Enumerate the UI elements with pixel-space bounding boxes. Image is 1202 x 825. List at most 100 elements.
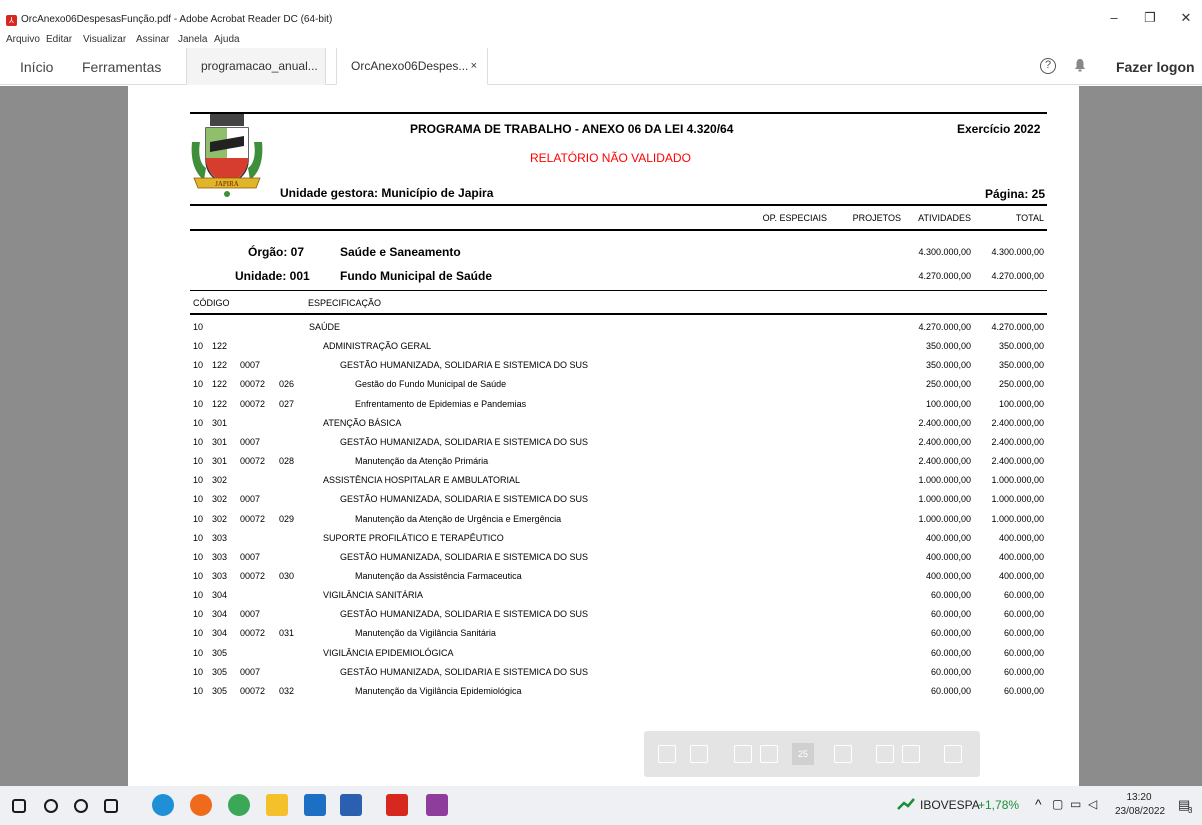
col-header-proj: PROJETOS <box>852 213 901 223</box>
firefox-icon[interactable] <box>190 794 212 816</box>
code-funcao: 10 <box>193 475 204 485</box>
row-total: 60.000,00 <box>1003 628 1044 638</box>
code-programa: 00072 <box>240 628 266 638</box>
code-subfuncao: 304 <box>212 590 228 600</box>
code-subfuncao: 304 <box>212 628 228 638</box>
restore-button[interactable]: ❐ <box>1140 10 1160 26</box>
minimize-button[interactable]: – <box>1104 10 1124 25</box>
row-specification: GESTÃO HUMANIZADA, SOLIDARIA E SISTEMICA… <box>340 667 589 677</box>
code-funcao: 10 <box>193 437 204 447</box>
acrobat-icon[interactable] <box>386 794 408 816</box>
code-subfuncao: 122 <box>212 360 228 370</box>
code-subfuncao: 305 <box>212 686 228 696</box>
code-programa: 00072 <box>240 456 266 466</box>
close-tab-icon[interactable]: × <box>471 48 477 85</box>
code-programa: 0007 <box>240 609 261 619</box>
volume-mute-icon[interactable]: ◁ <box>1088 797 1097 811</box>
search-icon[interactable] <box>44 799 58 813</box>
code-programa: 00072 <box>240 686 266 696</box>
code-subfuncao: 302 <box>212 475 228 485</box>
row-specification: Gestão do Fundo Municipal de Saúde <box>355 379 507 389</box>
code-funcao: 10 <box>193 628 204 638</box>
bell-icon[interactable] <box>1074 58 1086 72</box>
clock-date[interactable]: 23/08/2022 <box>1115 806 1165 817</box>
menu-assinar[interactable]: Assinar <box>136 34 169 45</box>
store-icon[interactable] <box>304 794 326 816</box>
menu-visualizar[interactable]: Visualizar <box>83 34 126 45</box>
meet-now-icon[interactable]: ▢ <box>1052 797 1063 811</box>
floating-page-toolbar: 25 <box>644 731 980 777</box>
tab-home[interactable]: Início <box>20 59 53 75</box>
page-number-field[interactable]: 25 <box>792 743 814 765</box>
orgao-ativ: 4.300.000,00 <box>918 247 971 257</box>
code-subfuncao: 305 <box>212 648 228 658</box>
tab-document-orcanexo[interactable]: OrcAnexo06Despes... × <box>336 48 488 85</box>
code-subfuncao: 303 <box>212 552 228 562</box>
unidade-name: Fundo Municipal de Saúde <box>340 269 493 283</box>
stock-name[interactable]: IBOVESPA <box>920 798 980 812</box>
tab-label: programacao_anual... <box>201 59 318 73</box>
edge-icon[interactable] <box>152 794 174 816</box>
close-button[interactable]: ✕ <box>1176 10 1196 26</box>
code-programa: 0007 <box>240 437 261 447</box>
code-funcao: 10 <box>193 514 204 524</box>
row-specification: Manutenção da Atenção de Urgência e Emer… <box>355 514 562 524</box>
print-icon[interactable] <box>690 745 708 763</box>
tab-tools[interactable]: Ferramentas <box>82 59 161 75</box>
code-programa: 00072 <box>240 379 266 389</box>
network-icon[interactable]: ▭ <box>1070 797 1081 811</box>
row-atividades: 60.000,00 <box>930 686 971 696</box>
chrome-icon[interactable] <box>228 794 250 816</box>
read-mode-icon[interactable] <box>944 745 962 763</box>
municipal-coat-of-arms: JAPIRA <box>191 112 263 197</box>
table-top-rule <box>190 290 1047 291</box>
code-funcao: 10 <box>193 379 204 389</box>
row-total: 250.000,00 <box>998 379 1044 389</box>
file-explorer-icon[interactable] <box>266 794 288 816</box>
clock-time[interactable]: 13:20 <box>1120 792 1158 803</box>
winrar-icon[interactable] <box>426 794 448 816</box>
previous-page-icon[interactable] <box>734 745 752 763</box>
login-button[interactable]: Fazer logon <box>1116 59 1195 75</box>
cortana-icon[interactable] <box>74 799 88 813</box>
code-subfuncao: 301 <box>212 418 228 428</box>
row-atividades: 2.400.000,00 <box>918 456 971 466</box>
next-page-icon[interactable] <box>760 745 778 763</box>
code-programa: 00072 <box>240 571 266 581</box>
zoom-in-icon[interactable] <box>902 745 920 763</box>
window-title: OrcAnexo06DespesasFunção.pdf - Adobe Acr… <box>21 14 333 25</box>
row-specification: GESTÃO HUMANIZADA, SOLIDARIA E SISTEMICA… <box>340 494 589 504</box>
orgao-name: Saúde e Saneamento <box>340 245 461 259</box>
code-acao: 032 <box>279 686 295 696</box>
pdf-page <box>128 86 1079 786</box>
code-subfuncao: 122 <box>212 379 228 389</box>
row-specification: GESTÃO HUMANIZADA, SOLIDARIA E SISTEMICA… <box>340 609 589 619</box>
tray-chevron-icon[interactable]: ^ <box>1035 796 1042 812</box>
tab-document-programacao[interactable]: programacao_anual... <box>186 48 326 85</box>
row-total: 2.400.000,00 <box>991 418 1044 428</box>
code-acao: 027 <box>279 399 295 409</box>
help-icon[interactable]: ? <box>1040 58 1056 74</box>
menu-editar[interactable]: Editar <box>46 34 72 45</box>
fit-page-icon[interactable] <box>876 745 894 763</box>
menu-ajuda[interactable]: Ajuda <box>214 34 240 45</box>
stock-chart-icon[interactable] <box>897 797 915 811</box>
report-page: Página: 25 <box>985 187 1046 201</box>
task-view-icon[interactable] <box>104 799 118 813</box>
report-status: RELATÓRIO NÃO VALIDADO <box>530 151 691 165</box>
zoom-out-icon[interactable] <box>834 745 852 763</box>
code-acao: 028 <box>279 456 295 466</box>
logo-banner-text: JAPIRA <box>215 180 239 188</box>
start-icon[interactable] <box>12 799 26 813</box>
menu-arquivo[interactable]: Arquivo <box>6 34 40 45</box>
code-funcao: 10 <box>193 552 204 562</box>
row-total: 400.000,00 <box>998 552 1044 562</box>
menu-janela[interactable]: Janela <box>178 34 207 45</box>
code-funcao: 10 <box>193 399 204 409</box>
save-icon[interactable] <box>658 745 676 763</box>
code-programa: 0007 <box>240 494 261 504</box>
row-atividades: 60.000,00 <box>930 590 971 600</box>
code-subfuncao: 305 <box>212 667 228 677</box>
stock-change[interactable]: +1,78% <box>978 798 1019 812</box>
word-icon[interactable] <box>340 794 362 816</box>
